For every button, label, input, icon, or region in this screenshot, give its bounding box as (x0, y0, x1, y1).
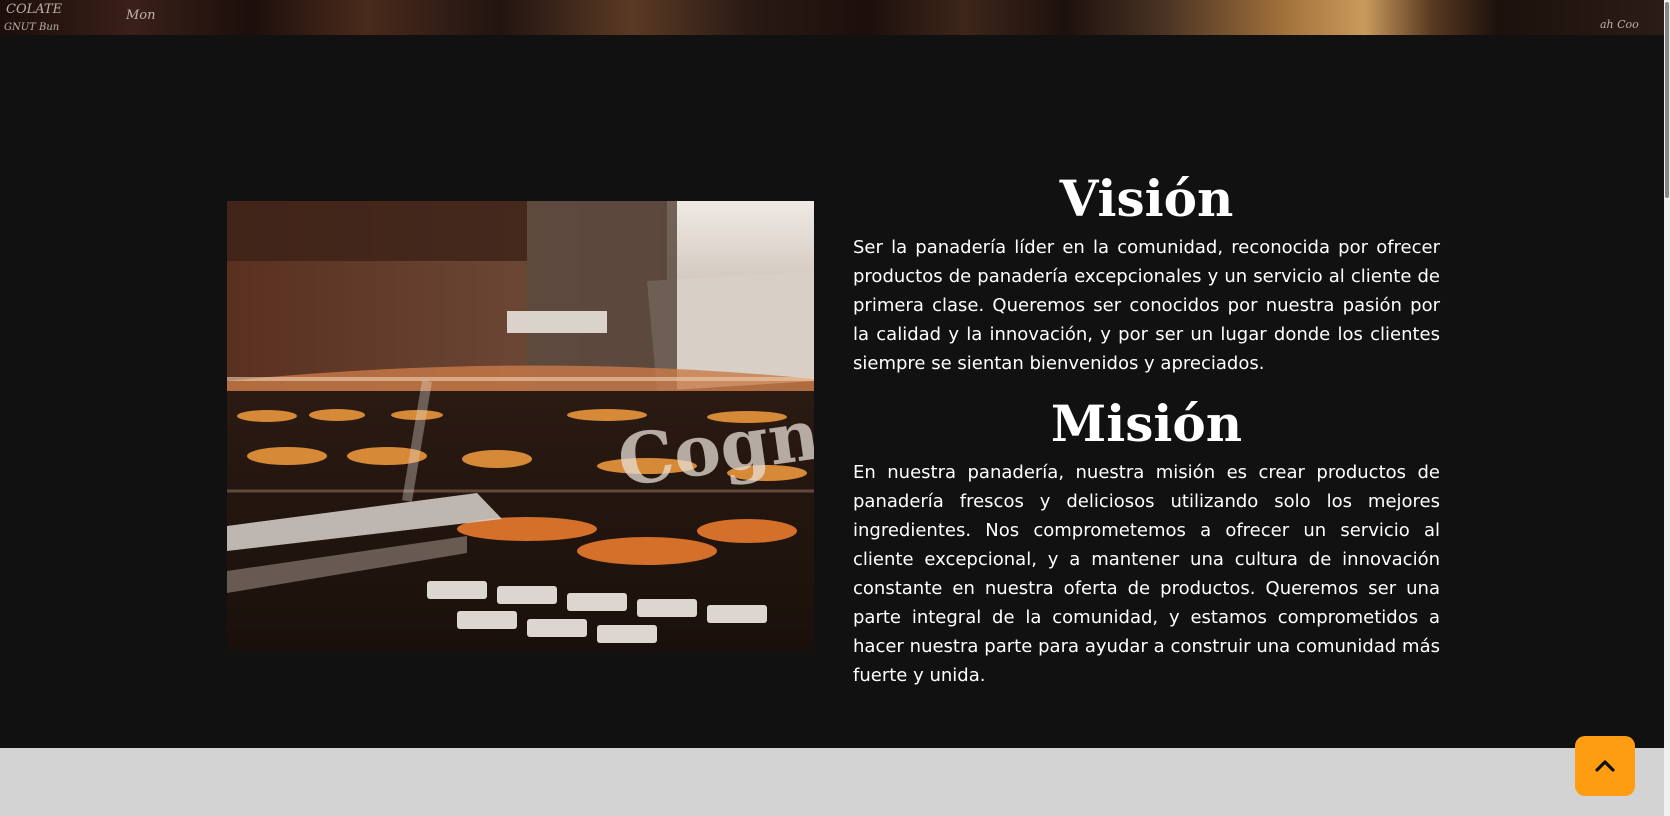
hero-banner-image: COLATE Mon GNUT Bun ah Coo (0, 0, 1664, 35)
chalkboard-text: Mon (126, 8, 156, 23)
vision-mission-text: Visión Ser la panadería líder en la comu… (853, 165, 1440, 690)
vision-title: Visión (1059, 169, 1234, 228)
chalkboard-text: ah Coo (1600, 18, 1639, 31)
footer-band (0, 748, 1664, 816)
chevron-up-icon (1595, 760, 1615, 772)
mission-title: Misión (1050, 394, 1243, 453)
chalkboard-text: GNUT Bun (4, 22, 60, 33)
back-to-top-button[interactable] (1575, 736, 1635, 796)
chalkboard-text: COLATE (6, 2, 63, 17)
scrollbar-thumb[interactable] (1665, 2, 1669, 198)
mission-paragraph: En nuestra panadería, nuestra misión es … (853, 462, 1440, 686)
bakery-window-photo: Cogn (227, 201, 814, 651)
vision-paragraph: Ser la panadería líder en la comunidad, … (853, 237, 1440, 374)
page-scrollbar[interactable] (1664, 0, 1670, 816)
vision-mission-section: Cogn Visión Ser la panadería líder en la… (0, 35, 1664, 748)
